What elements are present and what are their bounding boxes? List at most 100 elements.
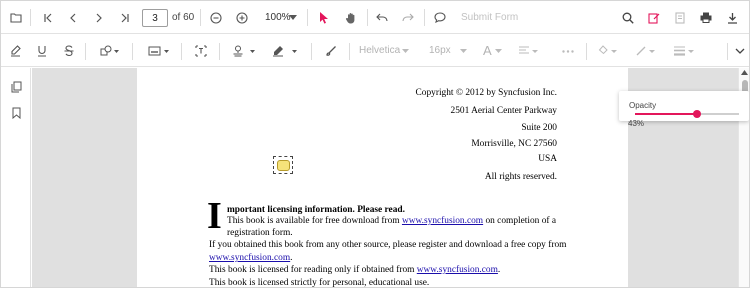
main-toolbar: 3 of 60 100% Submit Form <box>1 1 749 34</box>
page-count-label: of 60 <box>172 12 195 23</box>
underline-icon <box>38 46 46 57</box>
paragraph-3-end: . <box>497 265 501 275</box>
signature-icon <box>273 46 297 57</box>
fill-color-icon <box>598 45 617 55</box>
chevron-down-icon <box>401 49 409 53</box>
syncfusion-link-1[interactable]: www.syncfusion.com <box>402 216 483 226</box>
free-text-button[interactable] <box>191 35 211 67</box>
zoom-in-button[interactable] <box>232 1 252 34</box>
text-align-icon <box>519 46 538 54</box>
redo-button[interactable] <box>398 1 418 34</box>
print-button[interactable] <box>696 1 716 34</box>
download-icon <box>727 12 737 24</box>
address-line-3: Morrisville, NC 27560 <box>471 139 557 149</box>
paragraph-1-text-a: This book is available for free download… <box>227 216 402 226</box>
opacity-slider-handle[interactable] <box>693 110 702 118</box>
annotation-edit-icon <box>648 12 660 24</box>
open-file-button[interactable] <box>5 1 27 34</box>
opacity-popup: Opacity <box>619 91 749 121</box>
opacity-slider-track[interactable] <box>635 110 739 118</box>
strikethrough-button[interactable] <box>59 35 79 67</box>
edit-annotation-button[interactable] <box>644 1 664 34</box>
rights-line: All rights reserved. <box>484 172 557 182</box>
stamp-dropdown[interactable] <box>229 35 259 67</box>
pdf-viewer-app: 3 of 60 100% Submit Form Helvetica 16px … <box>0 0 750 288</box>
ink-icon <box>326 46 336 56</box>
paragraph-1-line-2: registration form. <box>227 228 293 238</box>
select-tool-button[interactable] <box>314 1 334 34</box>
opacity-value: 43% <box>628 119 645 128</box>
calibrate-dropdown[interactable] <box>145 35 173 67</box>
collapse-toolbar-button[interactable] <box>732 35 748 67</box>
shapes-dropdown[interactable] <box>95 35 125 67</box>
chevron-down-icon <box>289 15 297 20</box>
thumbnails-icon <box>11 81 21 93</box>
stroke-color-dropdown[interactable] <box>633 35 659 67</box>
scroll-up-icon[interactable] <box>741 70 748 75</box>
search-button[interactable] <box>618 1 638 34</box>
side-navigation <box>1 68 31 287</box>
paragraph-3-text: This book is licensed for reading only i… <box>209 265 417 275</box>
first-page-button[interactable] <box>38 1 58 34</box>
page-number-input[interactable]: 3 <box>142 9 168 27</box>
paragraph-1-text-b: on completion of a <box>483 216 557 226</box>
zoom-out-button[interactable] <box>206 1 226 34</box>
license-heading: mportant licensing information. Please r… <box>227 205 405 215</box>
annotation-toolbar: Helvetica 16px A <box>1 35 749 67</box>
paragraph-1-line-1: This book is available for free download… <box>227 216 556 226</box>
page-thumbnails-button[interactable] <box>5 76 27 98</box>
undo-icon <box>376 13 388 22</box>
copyright-line: Copyright © 2012 by Syncfusion Inc. <box>415 88 558 98</box>
zoom-dropdown-toggle[interactable] <box>287 1 299 34</box>
next-page-button[interactable] <box>89 1 109 34</box>
redo-icon <box>402 13 414 22</box>
highlight-button[interactable] <box>5 35 25 67</box>
syncfusion-link-3[interactable]: www.syncfusion.com <box>417 265 498 275</box>
paragraph-4: This book is licensed strictly for perso… <box>209 278 430 288</box>
syncfusion-link-2[interactable]: www.syncfusion.com <box>209 253 290 263</box>
paragraph-3: This book is licensed for reading only i… <box>209 265 500 275</box>
sticky-note-annotation[interactable] <box>273 156 293 174</box>
pan-tool-button[interactable] <box>341 1 361 34</box>
paragraph-2-end: . <box>290 253 293 263</box>
last-page-button[interactable] <box>115 1 135 34</box>
comment-panel-button[interactable] <box>430 1 450 34</box>
chevron-down-icon <box>459 49 467 53</box>
highlight-icon <box>10 45 21 57</box>
more-text-options-button[interactable] <box>559 35 577 67</box>
previous-page-button[interactable] <box>63 1 83 34</box>
thickness-dropdown[interactable] <box>671 35 697 67</box>
opacity-slider-fill <box>635 113 698 115</box>
folder-open-icon <box>10 13 22 23</box>
search-icon <box>622 12 634 24</box>
download-button[interactable] <box>722 1 742 34</box>
bookmarks-button[interactable] <box>5 102 27 124</box>
previous-page-icon <box>70 13 76 22</box>
text-align-dropdown[interactable] <box>516 35 542 67</box>
font-size-toggle[interactable] <box>458 35 468 67</box>
ink-button[interactable] <box>321 35 341 67</box>
collapse-icon <box>735 48 745 54</box>
font-size-dropdown[interactable]: 16px <box>429 35 451 67</box>
underline-button[interactable] <box>32 35 52 67</box>
font-color-button[interactable]: A <box>483 35 492 67</box>
font-family-toggle[interactable] <box>400 35 410 67</box>
undo-button[interactable] <box>372 1 392 34</box>
last-page-icon <box>121 13 129 22</box>
address-line-1: 2501 Aerial Center Parkway <box>450 106 557 116</box>
form-designer-button[interactable] <box>670 1 690 34</box>
comment-icon <box>434 12 446 23</box>
fill-color-dropdown[interactable] <box>595 35 621 67</box>
address-line-2: Suite 200 <box>521 123 557 133</box>
font-family-dropdown[interactable]: Helvetica <box>359 35 400 67</box>
strikethrough-icon <box>64 45 74 57</box>
pan-hand-icon <box>345 12 355 23</box>
form-designer-icon <box>675 11 685 24</box>
stamp-icon <box>233 45 255 57</box>
submit-form-button[interactable]: Submit Form <box>461 1 518 34</box>
next-page-icon <box>96 13 102 22</box>
signature-dropdown[interactable] <box>269 35 301 67</box>
font-color-toggle[interactable] <box>493 35 503 67</box>
more-icon <box>562 49 574 53</box>
thickness-icon <box>674 46 694 56</box>
